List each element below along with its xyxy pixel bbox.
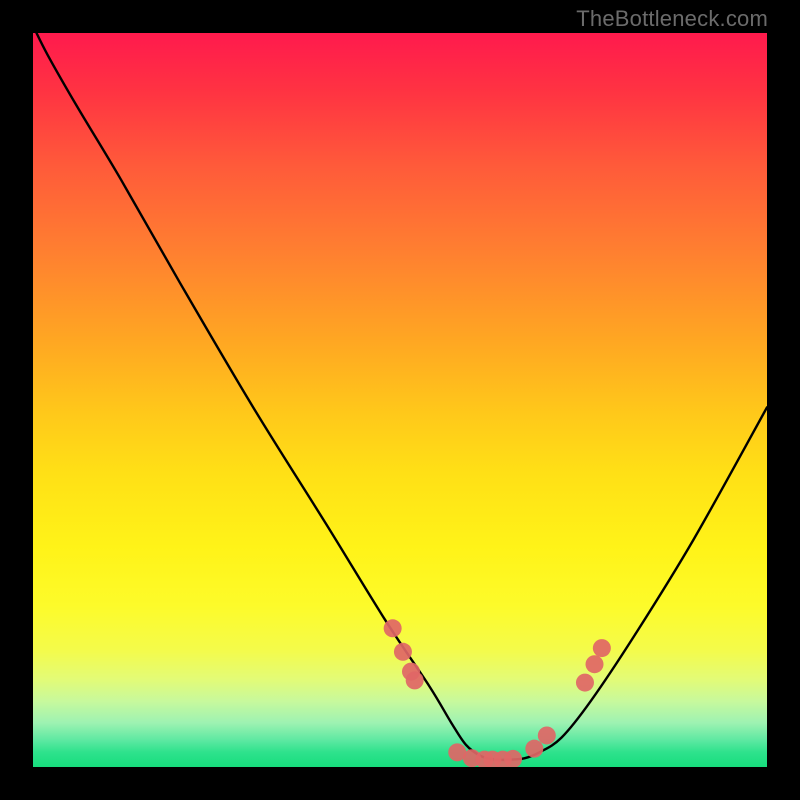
- data-marker: [586, 655, 604, 673]
- chart-stage: TheBottleneck.com: [0, 0, 800, 800]
- data-marker: [593, 639, 611, 657]
- data-marker: [406, 671, 424, 689]
- chart-svg: [33, 33, 767, 767]
- data-marker: [394, 643, 412, 661]
- data-marker: [384, 619, 402, 637]
- watermark-text: TheBottleneck.com: [576, 6, 768, 32]
- data-marker: [576, 674, 594, 692]
- data-markers: [384, 619, 611, 767]
- data-marker: [525, 740, 543, 758]
- data-marker: [538, 726, 556, 744]
- plot-area: [33, 33, 767, 767]
